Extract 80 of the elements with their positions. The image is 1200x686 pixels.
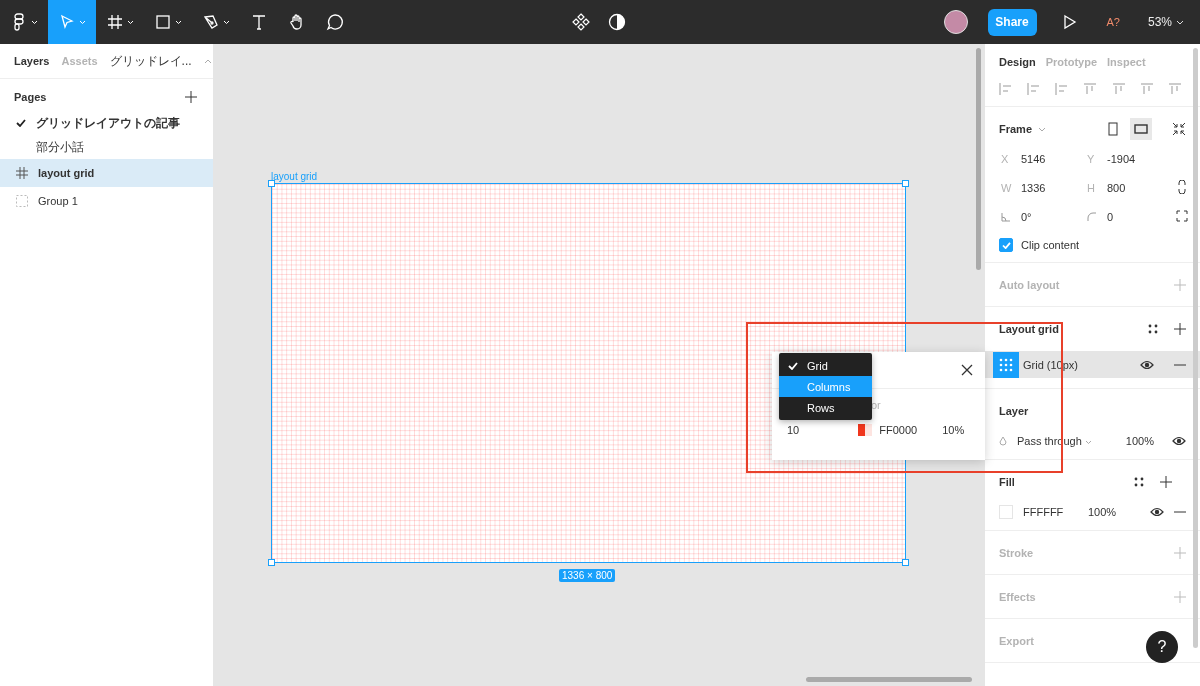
frame-icon bbox=[16, 167, 28, 179]
eye-icon[interactable] bbox=[1172, 436, 1186, 446]
section-title: Export bbox=[999, 634, 1034, 647]
color-swatch[interactable] bbox=[858, 424, 873, 436]
menu-item[interactable]: Grid bbox=[779, 355, 872, 376]
styles-icon[interactable] bbox=[1148, 324, 1158, 334]
caret-icon[interactable] bbox=[127, 19, 134, 25]
section-title: Effects bbox=[999, 590, 1036, 603]
pen-tool-icon[interactable] bbox=[202, 13, 220, 31]
section-title: Layout grid bbox=[999, 323, 1059, 335]
scrollbar[interactable] bbox=[1193, 48, 1198, 648]
opacity-field[interactable]: 100% bbox=[1125, 435, 1154, 447]
add-icon[interactable] bbox=[1174, 323, 1186, 335]
property-field[interactable]: Y -1904 bbox=[1087, 151, 1173, 166]
scrollbar[interactable] bbox=[806, 677, 972, 682]
grid-settings-icon[interactable] bbox=[993, 351, 1019, 378]
opacity-field[interactable]: 10% bbox=[942, 424, 965, 436]
fill-swatch[interactable] bbox=[999, 505, 1013, 519]
clip-content-checkbox[interactable]: Clip content bbox=[999, 238, 1186, 252]
missing-font-indicator[interactable]: A? bbox=[1106, 16, 1120, 28]
landscape-icon[interactable] bbox=[1134, 124, 1148, 134]
property-field[interactable]: W 1336 bbox=[1001, 180, 1087, 195]
portrait-icon[interactable] bbox=[1108, 122, 1118, 136]
section-title: Stroke bbox=[999, 546, 1034, 559]
field-label: or bbox=[871, 399, 881, 411]
add-icon[interactable] bbox=[185, 91, 197, 103]
panel-tab[interactable]: Layers bbox=[14, 55, 50, 67]
angle-icon bbox=[1001, 211, 1011, 222]
pages-title: Pages bbox=[14, 91, 47, 103]
group-icon bbox=[16, 195, 28, 207]
constrain-proportions-icon[interactable] bbox=[1178, 180, 1186, 194]
layer-item[interactable]: Group 1 bbox=[0, 187, 213, 215]
check-icon bbox=[16, 119, 26, 127]
eye-icon[interactable] bbox=[1140, 359, 1154, 370]
checkbox[interactable] bbox=[999, 238, 1013, 252]
section-title: Layer bbox=[999, 405, 1029, 417]
play-icon[interactable] bbox=[1062, 14, 1077, 30]
fill-hex-field[interactable]: FFFFFF bbox=[1023, 506, 1078, 518]
comment-tool-icon[interactable] bbox=[326, 13, 344, 31]
panel-tab[interactable]: Design bbox=[999, 56, 1036, 78]
styles-icon[interactable] bbox=[1134, 477, 1144, 487]
scrollbar[interactable] bbox=[976, 48, 981, 270]
eye-icon[interactable] bbox=[1150, 507, 1164, 517]
caret-icon[interactable] bbox=[31, 19, 38, 25]
avatar[interactable] bbox=[943, 10, 968, 34]
property-field[interactable]: X 5146 bbox=[1001, 151, 1087, 166]
page-item[interactable]: グリッドレイアウトの記事 bbox=[0, 111, 213, 135]
theme-icon[interactable] bbox=[608, 13, 626, 31]
check-icon bbox=[788, 361, 798, 370]
page-item[interactable]: 部分小話 bbox=[0, 135, 213, 159]
caret-icon bbox=[1084, 440, 1092, 445]
caret-icon bbox=[1176, 19, 1184, 25]
resize-to-fit-icon[interactable] bbox=[1172, 122, 1186, 136]
text-tool-icon[interactable] bbox=[250, 13, 268, 31]
property-field[interactable]: 0 bbox=[1087, 209, 1173, 224]
property-field[interactable]: 0° bbox=[1001, 209, 1087, 224]
property-field[interactable]: H 800 bbox=[1087, 180, 1173, 195]
independent-corners-icon[interactable] bbox=[1176, 210, 1188, 222]
layer-item[interactable]: layout grid bbox=[0, 159, 213, 187]
components-icon[interactable] bbox=[572, 13, 590, 31]
page-selector[interactable]: グリッドレイ... bbox=[109, 52, 192, 70]
rect-tool-icon[interactable] bbox=[154, 13, 172, 31]
close-icon[interactable] bbox=[961, 364, 973, 376]
section-title[interactable]: Frame bbox=[999, 123, 1033, 135]
move-tool-icon[interactable] bbox=[58, 13, 76, 31]
section-title: Auto layout bbox=[999, 278, 1060, 291]
caret-icon[interactable] bbox=[175, 19, 182, 25]
help-button[interactable]: ? bbox=[1146, 631, 1178, 663]
frame-tool-icon[interactable] bbox=[106, 13, 124, 31]
corner-radius-icon bbox=[1087, 211, 1097, 222]
opacity-field[interactable]: 100% bbox=[1088, 506, 1117, 518]
remove-icon[interactable] bbox=[1174, 363, 1186, 366]
menu-item[interactable]: Rows bbox=[779, 397, 872, 418]
size-badge: 1336 × 800 bbox=[559, 569, 616, 582]
section-title: Fill bbox=[999, 476, 1015, 488]
zoom-menu[interactable]: 53% bbox=[1147, 15, 1184, 29]
grid-size-field[interactable]: 10 bbox=[787, 424, 800, 436]
add-icon[interactable] bbox=[1160, 476, 1172, 488]
caret-icon[interactable] bbox=[223, 19, 230, 25]
color-hex-field[interactable]: FF0000 bbox=[879, 424, 943, 436]
